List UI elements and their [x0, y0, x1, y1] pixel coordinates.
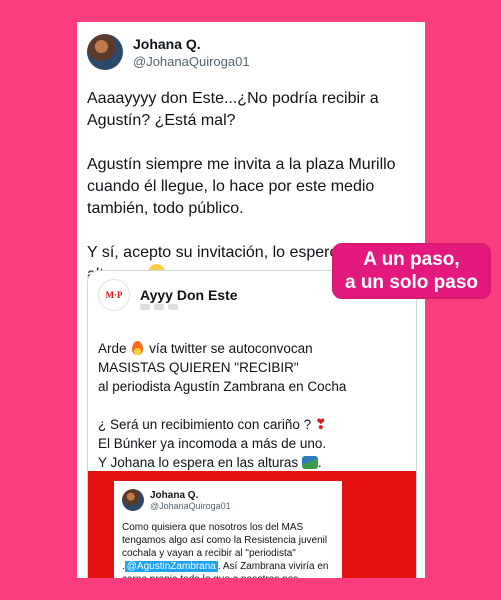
embedded-tweet-header: Johana Q. @JohanaQuiroga01: [122, 489, 231, 511]
tweet-header: Johana Q. @JohanaQuiroga01: [87, 32, 250, 72]
tweet-author: Johana Q. @JohanaQuiroga01: [133, 36, 250, 69]
quoted-post[interactable]: M·P Ayyy Don Este Arde vía twitter se au…: [87, 270, 417, 578]
quote-line-text: vía twitter se autoconvocan: [149, 341, 313, 356]
quote-line: El Búnker ya incomoda a más de uno.: [98, 436, 327, 451]
caption-line: a un solo paso: [344, 272, 479, 293]
mountain-emoji-icon: [301, 456, 318, 469]
display-name[interactable]: Johana Q.: [133, 36, 250, 52]
heart-exclamation-icon: ❣: [314, 416, 327, 432]
quote-line: MASISTAS QUIEREN "RECIBIR": [98, 360, 299, 375]
fire-emoji-icon: [132, 341, 144, 355]
tweet-paragraph: Agustín siempre me invita a la plaza Mur…: [87, 156, 396, 217]
quote-line: Arde vía twitter se autoconvocan: [98, 339, 412, 358]
quote-line: al periodista Agustín Zambrana en Cocha: [98, 379, 347, 394]
caption-line: A un paso,: [363, 249, 460, 270]
avatar: [122, 489, 144, 511]
quote-line: Y Johana lo espera en las alturas .: [98, 455, 322, 470]
quoted-account-logo: M·P: [98, 279, 130, 311]
embedded-tweet-author: Johana Q. @JohanaQuiroga01: [150, 490, 231, 511]
tweet-card: Johana Q. @JohanaQuiroga01 Aaaayyyy don …: [77, 22, 425, 578]
quote-line-text: Arde: [98, 341, 127, 356]
avatar[interactable]: [87, 34, 123, 70]
blurred-subtitle: [140, 297, 200, 310]
tweet-paragraph: Aaaayyyy don Este...¿No podría recibir a…: [87, 90, 379, 129]
quote-line: ¿ Será un recibimiento con cariño ? ❣: [98, 415, 412, 434]
user-handle[interactable]: @JohanaQuiroga01: [133, 54, 250, 69]
display-name: Johana Q.: [150, 489, 199, 501]
mention-link: @AgustinZambrana: [124, 561, 218, 572]
embedded-tweet-text: Como quisiera que nosotros los del MAS t…: [122, 521, 338, 578]
embedded-tweet-screenshot: Johana Q. @JohanaQuiroga01 Como quisiera…: [114, 481, 342, 578]
quoted-post-text: Arde vía twitter se autoconvocan MASISTA…: [98, 339, 412, 472]
caption-sticker: A un paso, a un solo paso: [332, 243, 491, 299]
quote-line-text: ¿ Será un recibimiento con cariño ?: [98, 417, 312, 432]
quote-line-text: Y Johana lo espera en las alturas: [98, 455, 299, 470]
user-handle: @JohanaQuiroga01: [150, 500, 231, 511]
